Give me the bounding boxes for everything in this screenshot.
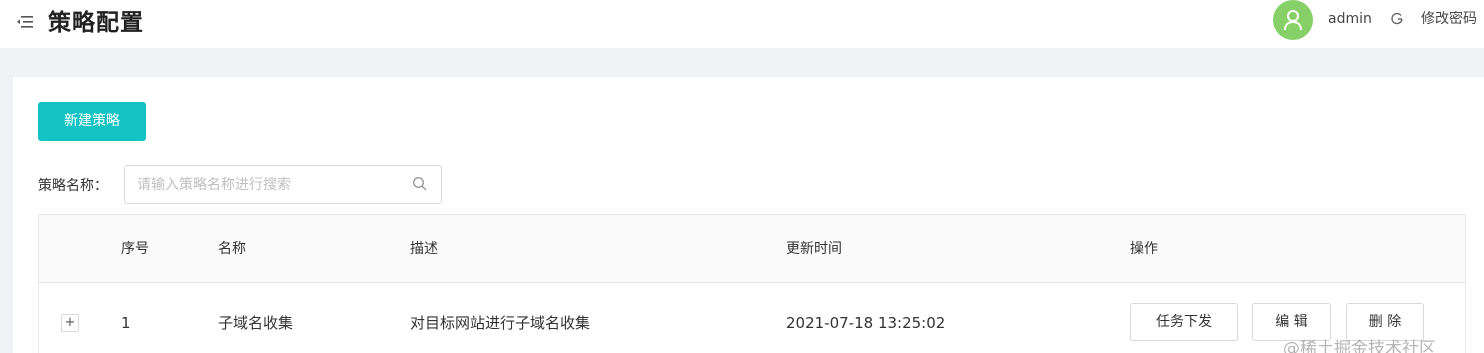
column-header-actions: 操作 bbox=[1130, 241, 1158, 257]
menu-fold-icon[interactable] bbox=[16, 13, 34, 31]
search-label: 策略名称： bbox=[38, 178, 108, 194]
row-description: 对目标网站进行子域名收集 bbox=[410, 314, 591, 332]
row-index: 1 bbox=[121, 314, 131, 332]
row-updated-time: 2021-07-18 13:25:02 bbox=[786, 314, 946, 332]
top-header: 策略配置 admin 修改密码 bbox=[0, 0, 1484, 48]
table-header: 序号 名称 描述 更新时间 操作 bbox=[39, 215, 1465, 283]
strategy-table: 序号 名称 描述 更新时间 操作 + 1 子域名收集 对目标网站进行子域名收集 … bbox=[38, 214, 1466, 353]
search-icon[interactable] bbox=[412, 176, 428, 192]
column-header-description: 描述 bbox=[410, 241, 438, 257]
change-password-link[interactable]: 修改密码 bbox=[1421, 10, 1477, 28]
edit-button[interactable]: 编 辑 bbox=[1252, 303, 1331, 341]
column-header-updated: 更新时间 bbox=[786, 241, 842, 257]
dispatch-task-button[interactable]: 任务下发 bbox=[1130, 303, 1238, 341]
delete-button[interactable]: 删 除 bbox=[1346, 303, 1424, 341]
new-strategy-button[interactable]: 新建策略 bbox=[38, 102, 146, 141]
column-header-index: 序号 bbox=[121, 241, 149, 257]
logout-icon[interactable] bbox=[1390, 10, 1406, 28]
table-row: + 1 子域名收集 对目标网站进行子域名收集 2021-07-18 13:25:… bbox=[39, 283, 1465, 353]
user-icon bbox=[1284, 10, 1302, 31]
avatar[interactable] bbox=[1273, 0, 1313, 40]
row-name: 子域名收集 bbox=[218, 314, 294, 332]
search-box[interactable] bbox=[124, 165, 442, 204]
page-title: 策略配置 bbox=[48, 10, 144, 36]
search-input[interactable] bbox=[137, 166, 407, 203]
expand-row-button[interactable]: + bbox=[61, 314, 79, 332]
column-header-name: 名称 bbox=[218, 241, 246, 257]
watermark: @稀土掘金技术社区 bbox=[1283, 339, 1436, 353]
username[interactable]: admin bbox=[1328, 10, 1372, 28]
